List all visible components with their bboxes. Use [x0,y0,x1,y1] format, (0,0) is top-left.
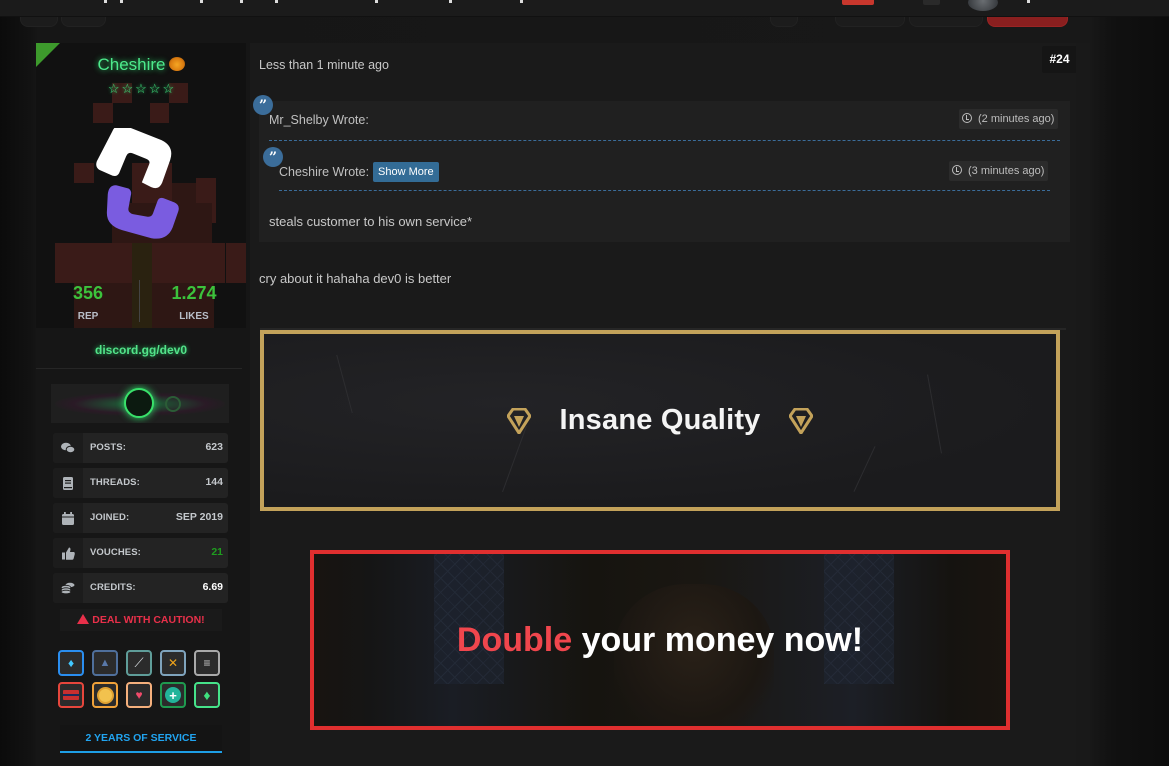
reputation-box: 356 REP 1.274 LIKES [36,278,246,338]
likes-stat[interactable]: 1.274 LIKES [142,278,246,322]
post-number-link[interactable]: #24 [1042,46,1077,73]
tools-award-icon[interactable]: ✕ [160,650,186,676]
username[interactable]: Cheshire [36,55,246,75]
top-navbar [0,0,1169,17]
nav-item[interactable] [240,0,243,3]
sun-award-icon[interactable] [92,682,118,708]
quote-author: Cheshire Wrote: [279,165,370,179]
thread-action-button[interactable] [909,17,983,27]
star-outline-icon: ☆ [162,81,175,96]
calendar-icon [53,503,83,533]
quote-timestamp[interactable]: (2 minutes ago) [959,109,1059,129]
rep-label: REP [77,311,99,322]
clock-icon [962,113,972,123]
post-body: cry about it hahaha dev0 is better [259,271,452,286]
rep-stat[interactable]: 356 REP [36,278,140,322]
user-menu[interactable] [1027,0,1030,3]
likes-label: LIKES [179,311,209,322]
ad-title: Double your money now! [456,620,864,659]
ad-title: Insane Quality [559,404,761,436]
syringe-award-icon[interactable]: ⟋ [126,650,152,676]
quote-divider [279,190,1050,191]
star-outline-icon: ☆ [121,81,134,96]
avatar-logo-icon[interactable] [96,128,191,243]
quote-timestamp[interactable]: (3 minutes ago) [949,161,1049,181]
warning-icon [77,614,90,624]
star-outline-icon: ☆ [107,81,120,96]
ad-banner-double-money[interactable]: Double your money now! [310,550,1010,730]
nav-item[interactable] [200,0,203,3]
quote-block: ” Mr_Shelby Wrote: (2 minutes ago) ” Che… [253,95,1070,242]
quote-icon: ” [253,95,273,115]
ad-banner-insane-quality[interactable]: Insane Quality [260,330,1060,511]
heart-hand-award-icon[interactable]: ♥ [126,682,152,708]
nav-item[interactable] [375,0,378,3]
nav-item[interactable] [104,0,107,3]
coins-award-icon[interactable]: ≡ [194,650,220,676]
blue-diamond-award-icon[interactable]: ♦ [58,650,84,676]
gem-icon [788,407,813,434]
caution-warning: DEAL WITH CAUTION! [60,609,222,631]
spy-award-icon[interactable]: ▲ [92,650,118,676]
stat-joined: JOINED: SEP 2019 [53,503,228,533]
thread-button[interactable] [61,17,106,27]
nav-item[interactable] [120,0,123,3]
stat-credits: CREDITS: 6.69 [53,573,228,603]
post-timestamp: Less than 1 minute ago [259,58,389,72]
nav-item[interactable] [449,0,452,3]
stat-vouches: VOUCHES: 21 [53,538,228,568]
notification-badge[interactable] [842,0,874,5]
reply-button[interactable] [987,17,1068,27]
quote-divider [269,140,1060,141]
divider [36,368,242,369]
credit-card-award-icon[interactable] [58,682,84,708]
clock-icon [952,165,962,175]
star-outline-icon: ☆ [135,81,147,96]
user-stars: ☆ ☆ ☆ ☆ ☆ [36,80,246,98]
coins-icon [53,573,83,603]
user-avatar[interactable] [968,0,998,11]
thumbs-up-icon [53,538,83,568]
quote-author: Mr_Shelby Wrote: [269,113,369,127]
service-badge: 2 YEARS OF SERVICE [60,725,222,753]
online-indicator [36,43,60,67]
nav-item[interactable] [520,0,523,3]
star-outline-icon: ☆ [148,81,161,96]
pumpkin-icon [168,57,185,71]
likes-value: 1.274 [171,283,217,303]
gem-icon [507,407,532,434]
quote-icon: ” [263,147,283,167]
messages-button[interactable] [923,0,940,5]
thread-action-button[interactable] [835,17,905,27]
nav-item[interactable] [275,0,278,3]
divider [139,280,140,322]
thread-button[interactable] [20,17,58,27]
discord-link[interactable]: discord.gg/dev0 [36,343,246,357]
plus-award-icon[interactable]: + [160,682,186,708]
quote-body: steals customer to his own service* [269,214,473,229]
post-edge [1076,43,1090,766]
forum-post: Less than 1 minute ago #24 ” Mr_Shelby W… [250,43,1077,766]
thread-action-button[interactable] [770,17,798,27]
userbar-image [51,384,229,423]
green-gem-award-icon[interactable]: ♦ [194,682,220,708]
book-icon [53,468,83,498]
comments-icon [53,433,83,463]
user-profile-sidebar: Cheshire ☆ ☆ ☆ ☆ ☆ 356 REP 1.274 LIKES disco… [36,43,246,766]
show-more-button[interactable]: Show More [373,162,439,182]
stat-posts: POSTS: 623 [53,433,228,463]
rep-value: 356 [72,283,104,303]
stat-threads: THREADS: 144 [53,468,228,498]
